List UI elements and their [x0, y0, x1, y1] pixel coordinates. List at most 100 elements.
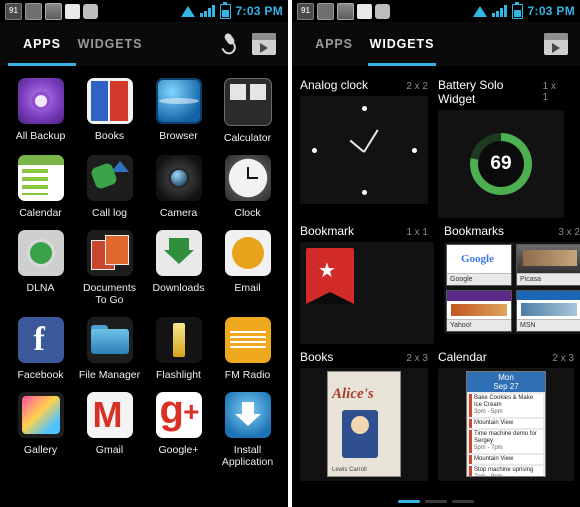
widget-size: 3 x 2: [558, 227, 580, 238]
bookmark-widget-preview[interactable]: [300, 242, 434, 344]
gallery-icon: [17, 392, 64, 438]
app-label: Email: [234, 282, 261, 294]
status-notification-icons: 91: [5, 2, 98, 20]
tab-apps[interactable]: APPS: [300, 22, 368, 66]
tab-bar-actions-right: [544, 33, 580, 55]
email-icon: [224, 230, 271, 276]
app-item-email[interactable]: Email: [213, 230, 282, 306]
battery-icon: [511, 1, 523, 19]
app-label: Install Application: [221, 444, 274, 468]
app-item-dlna[interactable]: DLNA: [6, 230, 75, 306]
widget-title: Battery Solo Widget: [438, 78, 504, 106]
yahoo-thumbnail: [447, 291, 511, 320]
app-item-fm-radio[interactable]: FM Radio: [213, 317, 282, 381]
bookmark-thumb-msn[interactable]: MSN: [516, 290, 580, 332]
widget-header: Calendar 2 x 3: [438, 350, 574, 364]
analog-clock-preview[interactable]: [300, 96, 428, 204]
bookmark-thumb-yahoo[interactable]: Yahoo!: [446, 290, 512, 332]
app-item-flashlight[interactable]: Flashlight: [144, 317, 213, 381]
widget-list: Analog clock 2 x 2 Battery Solo Widget 1…: [292, 66, 580, 481]
tab-widgets[interactable]: WIDGETS: [368, 22, 436, 66]
app-item-file-manager[interactable]: File Manager: [75, 317, 144, 381]
browser-icon: [155, 78, 202, 124]
app-item-install-application[interactable]: Install Application: [213, 392, 282, 468]
mic-icon[interactable]: [220, 32, 239, 58]
books-widget-preview[interactable]: Alice's Lewis Carroll: [300, 368, 428, 481]
app-item-books[interactable]: Books: [75, 78, 144, 144]
notification-badge-91-icon: 91: [297, 2, 314, 20]
battery-percent-value: 69: [478, 141, 524, 187]
bookmark-label: MSN: [517, 319, 580, 331]
widget-calendar[interactable]: Calendar 2 x 3 Mon Sep 27 Bake Cookies &…: [438, 344, 574, 481]
calendar-widget-preview[interactable]: Mon Sep 27 Bake Cookies & Make Ice Cream…: [438, 368, 574, 481]
page-indicator: [292, 500, 580, 503]
app-label: Flashlight: [156, 369, 201, 381]
bookmarks-grid: Google Picasa Yahoo!: [446, 244, 580, 332]
app-item-calculator[interactable]: Calculator: [213, 78, 282, 144]
bookmark-thumb-google[interactable]: Google: [446, 244, 512, 286]
app-item-all-backup[interactable]: All Backup: [6, 78, 75, 144]
clock-icon: [224, 155, 271, 201]
message-icon: [83, 3, 98, 19]
page-dot-active[interactable]: [398, 500, 420, 503]
status-bar-right: 91 7:03 PM: [292, 0, 580, 22]
widget-books[interactable]: Books 2 x 3 Alice's Lewis Carroll: [300, 344, 428, 481]
widget-title: Bookmark: [300, 224, 355, 238]
app-item-facebook[interactable]: Facebook: [6, 317, 75, 381]
app-item-call-log[interactable]: Call log: [75, 155, 144, 219]
app-label: Camera: [159, 207, 198, 219]
play-store-icon[interactable]: [544, 33, 568, 55]
page-dot[interactable]: [425, 500, 447, 503]
page-dot[interactable]: [452, 500, 474, 503]
app-item-browser[interactable]: Browser: [144, 78, 213, 144]
app-item-gmail[interactable]: Gmail: [75, 392, 144, 468]
flashlight-icon: [155, 317, 202, 363]
calendar-event: Mountain View: [469, 455, 543, 464]
widget-bookmarks[interactable]: Bookmarks 3 x 2 Google Picasa: [444, 218, 580, 344]
app-label: FM Radio: [224, 369, 271, 381]
install-application-icon: [224, 392, 271, 438]
app-item-calendar[interactable]: Calendar: [6, 155, 75, 219]
status-clock: 7:03 PM: [235, 4, 283, 18]
app-label: Browser: [159, 130, 198, 142]
signal-icon: [199, 5, 215, 17]
calculator-icon: [223, 78, 272, 126]
widget-analog-clock[interactable]: Analog clock 2 x 2: [300, 72, 428, 218]
app-item-google-plus[interactable]: Google+: [144, 392, 213, 468]
tab-apps[interactable]: APPS: [8, 22, 76, 66]
bookmark-thumb-picasa[interactable]: Picasa: [516, 244, 580, 286]
app-item-camera[interactable]: Camera: [144, 155, 213, 219]
widget-title: Calendar: [438, 350, 487, 364]
widget-row-1: Analog clock 2 x 2 Battery Solo Widget 1…: [300, 72, 572, 218]
widget-bookmark[interactable]: Bookmark 1 x 1: [300, 218, 434, 344]
tab-bar-actions-left: [220, 32, 288, 58]
bookmarks-widget-preview[interactable]: Google Picasa Yahoo!: [444, 242, 580, 334]
app-item-gallery[interactable]: Gallery: [6, 392, 75, 468]
status-notification-icons: 91: [297, 2, 390, 20]
play-store-icon[interactable]: [252, 33, 276, 55]
gmail-icon: [86, 392, 133, 438]
app-label: Gmail: [95, 444, 124, 456]
widget-header: Battery Solo Widget 1 x 1: [438, 78, 564, 106]
bookmark-label: Google: [447, 273, 511, 285]
app-item-documents-to-go[interactable]: Documents To Go: [75, 230, 144, 306]
app-item-clock[interactable]: Clock: [213, 155, 282, 219]
notification-badge-91-icon: 91: [5, 2, 22, 20]
calendar-event-name: Mountain View: [474, 420, 514, 426]
tab-widgets[interactable]: WIDGETS: [76, 22, 144, 66]
tab-bar-right: APPS WIDGETS: [292, 22, 580, 66]
recent-apps-icon: [317, 2, 334, 20]
app-label: DLNA: [26, 282, 55, 294]
left-phone-screen: 91 7:03 PM APPS WIDGETS All Backup Books…: [0, 0, 288, 507]
calendar-event-name: Bake Cookies & Make Ice Cream: [474, 395, 534, 408]
widget-title: Bookmarks: [444, 224, 505, 238]
calendar-event-name: Time machine demo for Sergey: [474, 431, 537, 444]
app-item-downloads[interactable]: Downloads: [144, 230, 213, 306]
book-cover: Alice's Lewis Carroll: [327, 371, 401, 477]
widget-battery-solo[interactable]: Battery Solo Widget 1 x 1 69: [438, 72, 564, 218]
right-phone-screen: 91 7:03 PM APPS WIDGETS Analog clock 2 x…: [292, 0, 580, 507]
widget-header: Books 2 x 3: [300, 350, 428, 364]
battery-widget-preview[interactable]: 69: [438, 110, 564, 218]
downloads-icon: [155, 230, 202, 276]
dlna-icon: [17, 230, 64, 276]
